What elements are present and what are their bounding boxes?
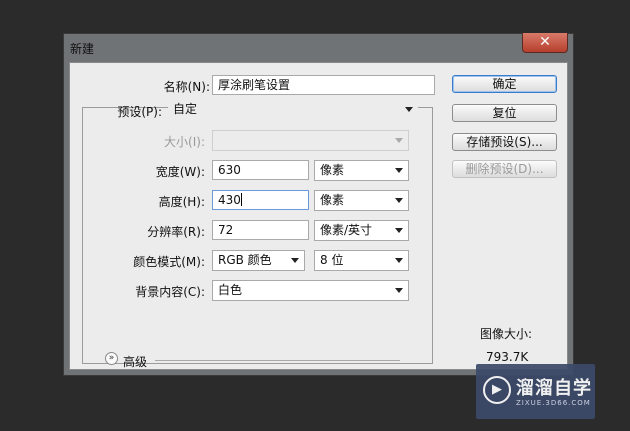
close-icon: ✕ bbox=[539, 34, 551, 50]
width-unit-value: 像素 bbox=[320, 163, 345, 177]
reset-button[interactable]: 复位 bbox=[452, 104, 557, 122]
watermark-url: ZIXUE.3D66.COM bbox=[516, 399, 591, 407]
width-value: 630 bbox=[218, 163, 241, 177]
preset-label: 预设(P): bbox=[117, 105, 162, 119]
chevron-down-icon bbox=[395, 258, 403, 263]
color-mode-label: 颜色模式(M): bbox=[133, 255, 205, 269]
new-document-dialog: 新建 ✕ 名称(N): 厚涂刷笔设置 预设(P): 自定 大小(I): 宽度(W… bbox=[63, 33, 574, 376]
height-unit-value: 像素 bbox=[320, 193, 345, 207]
height-label: 高度(H): bbox=[158, 195, 205, 209]
dialog-body: 名称(N): 厚涂刷笔设置 预设(P): 自定 大小(I): 宽度(W): 63… bbox=[69, 62, 568, 370]
height-value: 430 bbox=[218, 193, 241, 207]
color-mode-value: RGB 颜色 bbox=[218, 253, 272, 267]
name-label: 名称(N): bbox=[163, 80, 210, 94]
bit-depth-value: 8 位 bbox=[320, 253, 344, 267]
preset-select[interactable]: 自定 bbox=[168, 100, 418, 121]
width-input[interactable]: 630 bbox=[212, 160, 309, 180]
bit-depth-select[interactable]: 8 位 bbox=[314, 250, 409, 271]
chevron-down-icon bbox=[395, 288, 403, 293]
dialog-title: 新建 bbox=[70, 42, 95, 56]
chevron-down-icon bbox=[405, 107, 413, 112]
resolution-unit-value: 像素/英寸 bbox=[320, 223, 373, 237]
save-preset-button[interactable]: 存储预设(S)... bbox=[452, 133, 557, 151]
advanced-label[interactable]: 高级 bbox=[123, 353, 147, 370]
resolution-unit-select[interactable]: 像素/英寸 bbox=[314, 220, 409, 241]
chevron-down-icon bbox=[395, 138, 403, 143]
background-value: 白色 bbox=[218, 283, 243, 297]
resolution-label: 分辨率(R): bbox=[147, 225, 205, 239]
close-button[interactable]: ✕ bbox=[522, 33, 568, 53]
chevron-down-icon bbox=[291, 258, 299, 263]
width-unit-select[interactable]: 像素 bbox=[314, 160, 409, 181]
play-icon: ▶ bbox=[483, 376, 511, 404]
expand-icon[interactable]: » bbox=[105, 352, 118, 365]
size-select[interactable] bbox=[212, 130, 409, 151]
size-label: 大小(I): bbox=[164, 135, 205, 149]
background-label: 背景内容(C): bbox=[135, 285, 205, 299]
image-size-value: 793.7K bbox=[486, 350, 529, 364]
chevron-down-icon bbox=[395, 168, 403, 173]
image-size-label: 图像大小: bbox=[480, 327, 533, 341]
name-input[interactable]: 厚涂刷笔设置 bbox=[212, 75, 435, 95]
resolution-value: 72 bbox=[218, 223, 234, 237]
resolution-input[interactable]: 72 bbox=[212, 220, 309, 240]
watermark-brand: 溜溜自学 bbox=[516, 378, 592, 399]
preset-value: 自定 bbox=[173, 102, 198, 116]
text-caret bbox=[240, 193, 242, 206]
background-select[interactable]: 白色 bbox=[212, 280, 409, 301]
dialog-titlebar[interactable]: 新建 ✕ bbox=[64, 33, 573, 61]
width-label: 宽度(W): bbox=[155, 165, 205, 179]
height-unit-select[interactable]: 像素 bbox=[314, 190, 409, 211]
ok-button[interactable]: 确定 bbox=[452, 75, 557, 93]
delete-preset-button[interactable]: 删除预设(D)... bbox=[452, 160, 557, 178]
watermark: ▶ 溜溜自学 ZIXUE.3D66.COM bbox=[476, 364, 595, 419]
chevron-down-icon bbox=[395, 228, 403, 233]
color-mode-select[interactable]: RGB 颜色 bbox=[212, 250, 305, 271]
advanced-divider bbox=[155, 360, 400, 361]
name-value: 厚涂刷笔设置 bbox=[218, 78, 291, 92]
height-input[interactable]: 430 bbox=[212, 190, 309, 210]
chevron-down-icon bbox=[395, 198, 403, 203]
